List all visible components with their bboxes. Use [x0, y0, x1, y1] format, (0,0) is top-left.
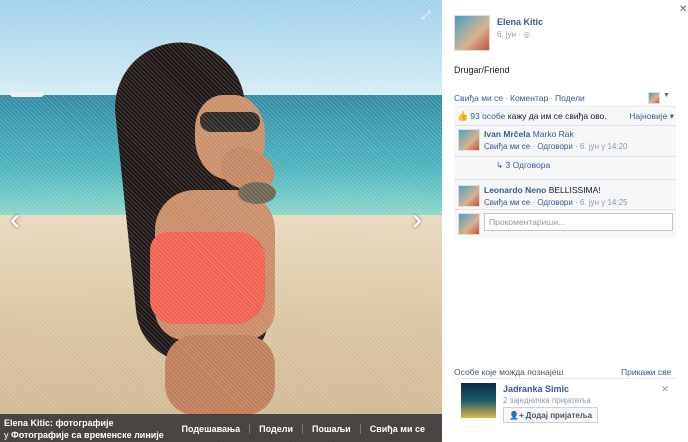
- comment-meta: Свиђа ми се · Одговори · 6. јун у 14:20: [484, 142, 627, 151]
- comment-avatar[interactable]: [458, 185, 480, 207]
- view-replies-link[interactable]: ↳ 3 Одговора: [496, 160, 550, 171]
- see-all-link[interactable]: Прикажи све: [621, 367, 671, 377]
- owner-name-link[interactable]: Elena Kitic: [497, 17, 543, 27]
- comment-link[interactable]: Коментар: [510, 93, 548, 103]
- pymk-title: Особе које можда познајеш: [454, 367, 564, 377]
- separator-dot: ·: [572, 142, 580, 151]
- divider: [454, 156, 676, 157]
- comment-time[interactable]: 6. јун у 14:20: [580, 142, 628, 151]
- tagged-person-link[interactable]: Marko Rak: [533, 129, 574, 139]
- add-friend-icon: 👤+: [509, 410, 524, 420]
- comment-text: Ivan Mrčela Marko Rak: [484, 129, 574, 139]
- post-caption: Drugar/Friend: [454, 65, 510, 75]
- like-link[interactable]: Свиђа ми се: [454, 93, 503, 103]
- caret-down-icon: ▾: [669, 111, 674, 121]
- photo-like-button[interactable]: Свиђа ми се: [359, 424, 434, 434]
- separator-dot: ·: [505, 93, 508, 103]
- sort-label: Најновије: [629, 111, 668, 121]
- next-photo-icon[interactable]: ›: [406, 205, 428, 239]
- comment-author-link[interactable]: Leonardo Neno: [484, 185, 546, 195]
- close-icon[interactable]: ✕: [661, 384, 669, 395]
- divider: [454, 209, 676, 210]
- photo-album-line: у Фотографије са временске линије: [4, 430, 164, 440]
- divider: [454, 125, 676, 126]
- comment-meta: Свиђа ми се · Одговори · 6. јун у 14:25: [484, 198, 627, 207]
- comment-reply-link[interactable]: Одговори: [537, 142, 572, 151]
- pymk-name-link[interactable]: Jadranka Simic: [503, 384, 569, 394]
- add-friend-button[interactable]: 👤+ Додај пријатеља: [503, 407, 599, 423]
- mutual-friends-link[interactable]: 2 заједничка пријатеља: [503, 396, 591, 405]
- comment-reply-link[interactable]: Одговори: [537, 198, 572, 207]
- comment-time[interactable]: 6. јун у 14:25: [580, 198, 628, 207]
- photo-overlay-pattern: [0, 0, 442, 442]
- photo-share-button[interactable]: Подели: [249, 424, 302, 434]
- comment-like-link[interactable]: Свиђа ми се: [484, 198, 530, 207]
- reply-arrow-icon: ↳: [496, 160, 504, 170]
- globe-icon[interactable]: ◎: [523, 30, 530, 39]
- fullscreen-icon[interactable]: ⤢: [421, 8, 431, 23]
- post-as-avatar[interactable]: [648, 92, 660, 104]
- comment-avatar[interactable]: [458, 129, 480, 151]
- separator-dot: ·: [550, 93, 554, 103]
- feedback-box: 👍 93 особе кажу да им се свиђа ово. Најно…: [454, 106, 676, 238]
- divider: [454, 179, 676, 180]
- likes-suffix: кажу да им се свиђа ово.: [505, 111, 607, 121]
- photo-actions: Подешавања Подели Пошаљи Свиђа ми се: [173, 424, 435, 434]
- comment-author-link[interactable]: Ivan Mrčela: [484, 129, 530, 139]
- separator-dot: ·: [572, 198, 580, 207]
- chevron-down-icon[interactable]: ▼: [663, 92, 670, 99]
- my-avatar: [458, 213, 480, 235]
- likes-count-link[interactable]: 93 особе: [470, 111, 505, 121]
- comment-like-link[interactable]: Свиђа ми се: [484, 142, 530, 151]
- photo-caption-bar: Elena Kitic: фотографије у Фотографије с…: [0, 414, 442, 442]
- post-date-line: 6. јун · ◎: [497, 30, 530, 39]
- comment-text: Leonardo Neno BELLISSIMA!: [484, 185, 601, 195]
- photo-side-panel: ✕ Elena Kitic 6. јун · ◎ Drugar/Friend С…: [442, 0, 688, 442]
- post-date[interactable]: 6. јун: [497, 30, 516, 39]
- pymk-card: Jadranka Simic 2 заједничка пријатеља 👤+…: [454, 378, 676, 426]
- comment-input[interactable]: [484, 213, 673, 231]
- close-icon[interactable]: ✕: [679, 4, 687, 15]
- add-friend-label: Додај пријатеља: [525, 410, 593, 420]
- photo-send-button[interactable]: Пошаљи: [301, 424, 360, 434]
- owner-avatar[interactable]: [454, 15, 490, 51]
- album-prefix: у: [4, 430, 12, 440]
- photo-options-button[interactable]: Подешавања: [173, 424, 250, 434]
- photo-owner-link[interactable]: Elena Kitic: фотографије: [4, 418, 114, 428]
- pymk-avatar[interactable]: [461, 383, 496, 418]
- comment-sort-dropdown[interactable]: Најновије ▾: [629, 111, 674, 122]
- comment-body: BELLISSIMA!: [548, 185, 601, 195]
- album-link[interactable]: Фотографије са временске линије: [11, 430, 164, 440]
- thumbs-up-icon: 👍: [457, 111, 469, 121]
- replies-label: 3 Одговора: [505, 160, 551, 170]
- photo-stage[interactable]: ⤢ ‹ › Elena Kitic: фотографије у Фотогра…: [0, 0, 442, 442]
- previous-photo-icon[interactable]: ‹: [4, 205, 26, 239]
- share-link[interactable]: Подели: [555, 93, 585, 103]
